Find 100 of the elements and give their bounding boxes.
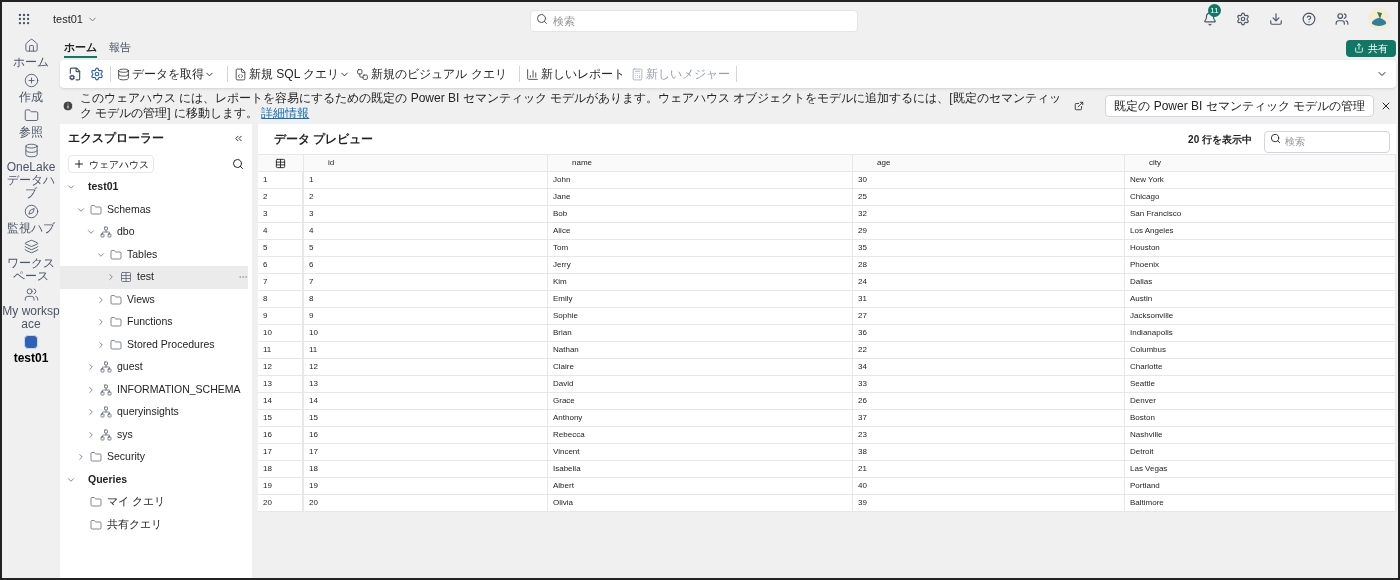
table-cell: Columbus xyxy=(1125,342,1396,358)
row-number: 14 xyxy=(258,393,304,409)
chevron-right-icon[interactable] xyxy=(96,317,106,328)
share-button[interactable]: 共有 xyxy=(1346,39,1396,57)
chevron-right-icon[interactable] xyxy=(86,362,96,373)
table-cell: 10 xyxy=(304,325,548,341)
table-cell: Phoenix xyxy=(1125,257,1396,273)
row-number: 18 xyxy=(258,461,304,477)
toolbar-button[interactable]: 新規 SQL クエリ xyxy=(234,65,351,83)
rail-item[interactable]: 監視ハブ xyxy=(2,204,60,235)
ribbon-tab[interactable]: ホーム xyxy=(64,38,97,58)
add-warehouse-button[interactable]: ウェアハウス xyxy=(68,155,154,173)
table-cell: 16 xyxy=(304,427,548,443)
tree-item[interactable]: マイ クエリ xyxy=(60,491,248,514)
table-cell: 28 xyxy=(853,257,1125,273)
rail-item[interactable]: test01 xyxy=(2,335,60,365)
search-icon[interactable] xyxy=(232,158,244,170)
search-icon xyxy=(535,13,548,25)
table-cell: 19 xyxy=(304,478,548,494)
column-header[interactable]: age xyxy=(853,155,1125,171)
search-icon xyxy=(1270,133,1281,144)
rail-item[interactable]: 作成 xyxy=(2,73,60,104)
table-cell: Olivia xyxy=(548,495,853,511)
rail-item[interactable]: ワークスペース xyxy=(2,239,60,283)
refresh-file-icon[interactable] xyxy=(68,67,82,81)
table-cell: 35 xyxy=(853,240,1125,256)
tree-item[interactable]: INFORMATION_SCHEMA xyxy=(60,378,248,401)
tree-item[interactable]: Views xyxy=(60,288,248,311)
tree-item[interactable]: Tables xyxy=(60,243,248,266)
column-header[interactable]: name xyxy=(548,155,853,171)
chevron-right-icon[interactable] xyxy=(86,429,96,440)
tree-item[interactable]: Queries xyxy=(60,468,248,491)
table-cell: 18 xyxy=(304,461,548,477)
rail-item[interactable]: 参照 xyxy=(2,108,60,139)
table-cell: 22 xyxy=(853,342,1125,358)
external-link-icon[interactable] xyxy=(1074,101,1084,111)
settings-icon[interactable] xyxy=(1236,12,1250,26)
column-header[interactable]: id xyxy=(304,155,548,171)
table-cell: Grace xyxy=(548,393,853,409)
table-cell: Albert xyxy=(548,478,853,494)
table-cell: Brian xyxy=(548,325,853,341)
row-number: 12 xyxy=(258,359,304,375)
table-cell: New York xyxy=(1125,172,1396,188)
learn-more-link[interactable]: 詳細情報 xyxy=(261,106,310,120)
tree-item[interactable]: dbo xyxy=(60,221,248,244)
download-icon[interactable] xyxy=(1269,12,1283,26)
search-field[interactable]: 検索 xyxy=(529,10,858,32)
column-header[interactable]: city xyxy=(1125,155,1396,171)
chevron-right-icon[interactable] xyxy=(96,294,106,305)
app-launcher-icon[interactable] xyxy=(17,12,31,26)
tree-item[interactable]: test xyxy=(60,266,248,289)
tree-item[interactable]: 共有クエリ xyxy=(60,513,248,536)
help-icon[interactable] xyxy=(1302,12,1316,26)
close-icon[interactable] xyxy=(1380,100,1392,112)
tree-label: Functions xyxy=(127,314,173,330)
chevron-right-icon[interactable] xyxy=(86,407,96,418)
tree-item[interactable]: sys xyxy=(60,423,248,446)
table-cell: Nathan xyxy=(548,342,853,358)
manage-model-button[interactable]: 既定の Power BI セマンティック モデルの管理 xyxy=(1105,95,1374,117)
tree-label: 共有クエリ xyxy=(107,516,162,532)
chevron-right-icon[interactable] xyxy=(96,339,106,350)
preview-search-field[interactable]: 検索 xyxy=(1264,130,1390,153)
table-cell: 25 xyxy=(853,189,1125,205)
chevron-right-icon[interactable] xyxy=(106,272,116,283)
rail-item[interactable]: ホーム xyxy=(2,38,60,69)
ribbon-tab[interactable]: 報告 xyxy=(109,38,131,58)
table-cell: Isabella xyxy=(548,461,853,477)
chevron-right-icon[interactable] xyxy=(76,452,86,463)
workspace-switcher[interactable]: test01 xyxy=(53,10,98,28)
toolbar-button[interactable]: 新規のビジュアル クエリ xyxy=(356,65,507,83)
table-cell: 12 xyxy=(304,359,548,375)
table-cell: Jane xyxy=(548,189,853,205)
chevron-right-icon[interactable] xyxy=(86,384,96,395)
table-cell: Vincent xyxy=(548,444,853,460)
tree-label: Tables xyxy=(127,246,158,262)
table-cell: 3 xyxy=(304,206,548,222)
tree-item[interactable]: Functions xyxy=(60,311,248,334)
tree-label: Security xyxy=(107,449,145,465)
tree-item[interactable]: Stored Procedures xyxy=(60,333,248,356)
tree-item[interactable]: Security xyxy=(60,446,248,469)
tree-label: Schemas xyxy=(107,201,151,217)
tree-label: dbo xyxy=(117,224,135,240)
table-cell: John xyxy=(548,172,853,188)
tree-item[interactable]: Schemas xyxy=(60,198,248,221)
avatar[interactable] xyxy=(1368,8,1390,30)
toolbar-button[interactable]: データを取得 xyxy=(117,65,215,83)
rail-item[interactable]: OneLake データハブ xyxy=(2,143,60,200)
settings-icon[interactable] xyxy=(90,67,104,81)
table-cell: Alice xyxy=(548,223,853,239)
tree-item[interactable]: guest xyxy=(60,356,248,379)
tree-item[interactable]: test01 xyxy=(60,176,248,199)
rail-item[interactable]: My workspace xyxy=(2,287,60,331)
notification-icon[interactable] xyxy=(1203,12,1217,26)
toolbar-button[interactable]: 新しいレポート xyxy=(525,65,625,83)
people-icon[interactable] xyxy=(1335,12,1349,26)
row-number: 6 xyxy=(258,257,304,273)
tree-item[interactable]: queryinsights xyxy=(60,401,248,424)
row-number: 9 xyxy=(258,308,304,324)
row-number: 16 xyxy=(258,427,304,443)
table-cell: Detroit xyxy=(1125,444,1396,460)
